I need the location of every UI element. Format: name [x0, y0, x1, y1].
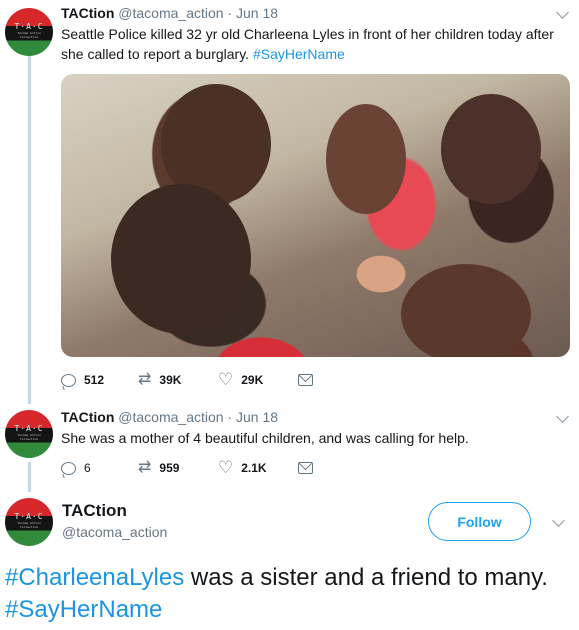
reply-count: 6 [84, 461, 91, 475]
author-handle[interactable]: @tacoma_action [62, 524, 167, 540]
tweet-header: TACtion @tacoma_action · Jun 18 [61, 409, 278, 425]
author-handle[interactable]: @tacoma_action [118, 5, 223, 21]
tweet-text: #CharleenaLyles was a sister and a frien… [5, 564, 548, 623]
envelope-icon [298, 374, 313, 386]
tweet-header: TACtion @tacoma_action · Jun 18 [61, 5, 278, 21]
reply-icon [61, 373, 76, 387]
tweet-date[interactable]: Jun 18 [236, 5, 278, 21]
heart-icon: ♡ [218, 370, 234, 389]
hashtag-link[interactable]: #CharleenaLyles [5, 564, 184, 591]
chevron-down-icon[interactable] [556, 6, 569, 19]
tweet-photo[interactable] [61, 74, 570, 357]
like-button[interactable]: ♡ 29K [218, 370, 298, 389]
tweet-date[interactable]: Jun 18 [236, 409, 278, 425]
tac-logo: T·A·C Tacoma Action Collective [14, 424, 44, 441]
chevron-down-icon[interactable] [556, 410, 569, 423]
thread-line [28, 56, 31, 404]
reply-icon [61, 461, 76, 475]
reply-count: 512 [84, 373, 105, 387]
face [441, 94, 541, 204]
retweet-icon: ⇄ [138, 459, 152, 476]
face [401, 264, 531, 357]
chevron-down-icon[interactable] [552, 514, 565, 527]
tweet-actions: 6 ⇄ 959 ♡ 2.1K [61, 458, 313, 477]
tweet-actions: 512 ⇄ 39K ♡ 29K [61, 370, 313, 389]
separator: · [227, 409, 233, 425]
tweet-text: Seattle Police killed 32 yr old Charleen… [61, 26, 554, 62]
tac-logo: T·A·C Tacoma Action Collective [14, 512, 44, 529]
face [326, 104, 406, 214]
like-count: 29K [241, 373, 264, 387]
avatar[interactable]: T·A·C Tacoma Action Collective [5, 498, 53, 546]
dm-button[interactable] [298, 462, 313, 474]
retweet-icon: ⇄ [138, 371, 152, 388]
hashtag-link[interactable]: #SayHerName [5, 596, 162, 623]
avatar[interactable]: T·A·C Tacoma Action Collective [5, 8, 53, 56]
author-handle[interactable]: @tacoma_action [118, 409, 223, 425]
retweet-count: 39K [159, 373, 182, 387]
hashtag-link[interactable]: #SayHerName [253, 46, 345, 62]
retweet-button[interactable]: ⇄ 39K [138, 371, 218, 388]
separator: · [227, 5, 233, 21]
envelope-icon [298, 462, 313, 474]
retweet-count: 959 [159, 461, 180, 475]
retweet-button[interactable]: ⇄ 959 [138, 459, 218, 476]
face [111, 184, 251, 334]
like-button[interactable]: ♡ 2.1K [218, 458, 298, 477]
reply-button[interactable]: 6 [61, 461, 138, 475]
follow-button[interactable]: Follow [428, 502, 531, 541]
author-name[interactable]: TACtion [61, 409, 114, 425]
heart-icon: ♡ [218, 458, 234, 477]
tweet-text: She was a mother of 4 beautiful children… [61, 430, 469, 446]
reply-button[interactable]: 512 [61, 373, 138, 387]
thread-line [28, 462, 31, 492]
dm-button[interactable] [298, 374, 313, 386]
like-count: 2.1K [241, 461, 267, 475]
avatar[interactable]: T·A·C Tacoma Action Collective [5, 410, 53, 458]
author-name[interactable]: TACtion [62, 501, 127, 521]
tac-logo: T·A·C Tacoma Action Collective [14, 22, 44, 39]
author-name[interactable]: TACtion [61, 5, 114, 21]
